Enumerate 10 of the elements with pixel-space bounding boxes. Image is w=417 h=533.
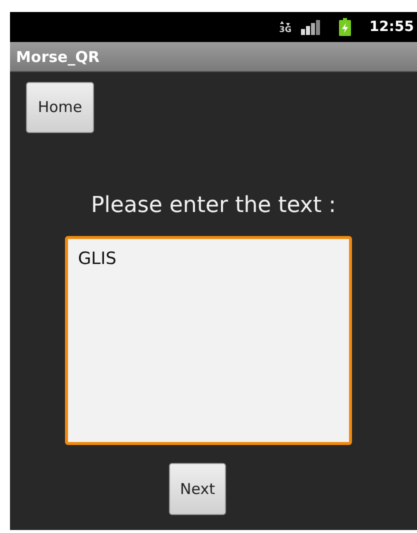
next-button[interactable]: Next: [169, 463, 226, 515]
home-button[interactable]: Home: [26, 82, 94, 133]
app-title: Morse_QR: [16, 48, 100, 66]
network-type-text: 3G: [279, 26, 292, 34]
battery-icon: [339, 18, 352, 36]
prompt-label: Please enter the text :: [91, 193, 336, 218]
clock-time: 12:55: [369, 18, 414, 36]
text-input-field[interactable]: GLIS: [65, 236, 352, 445]
data-arrows-icon: [280, 20, 290, 26]
signal-icon: [301, 20, 322, 34]
